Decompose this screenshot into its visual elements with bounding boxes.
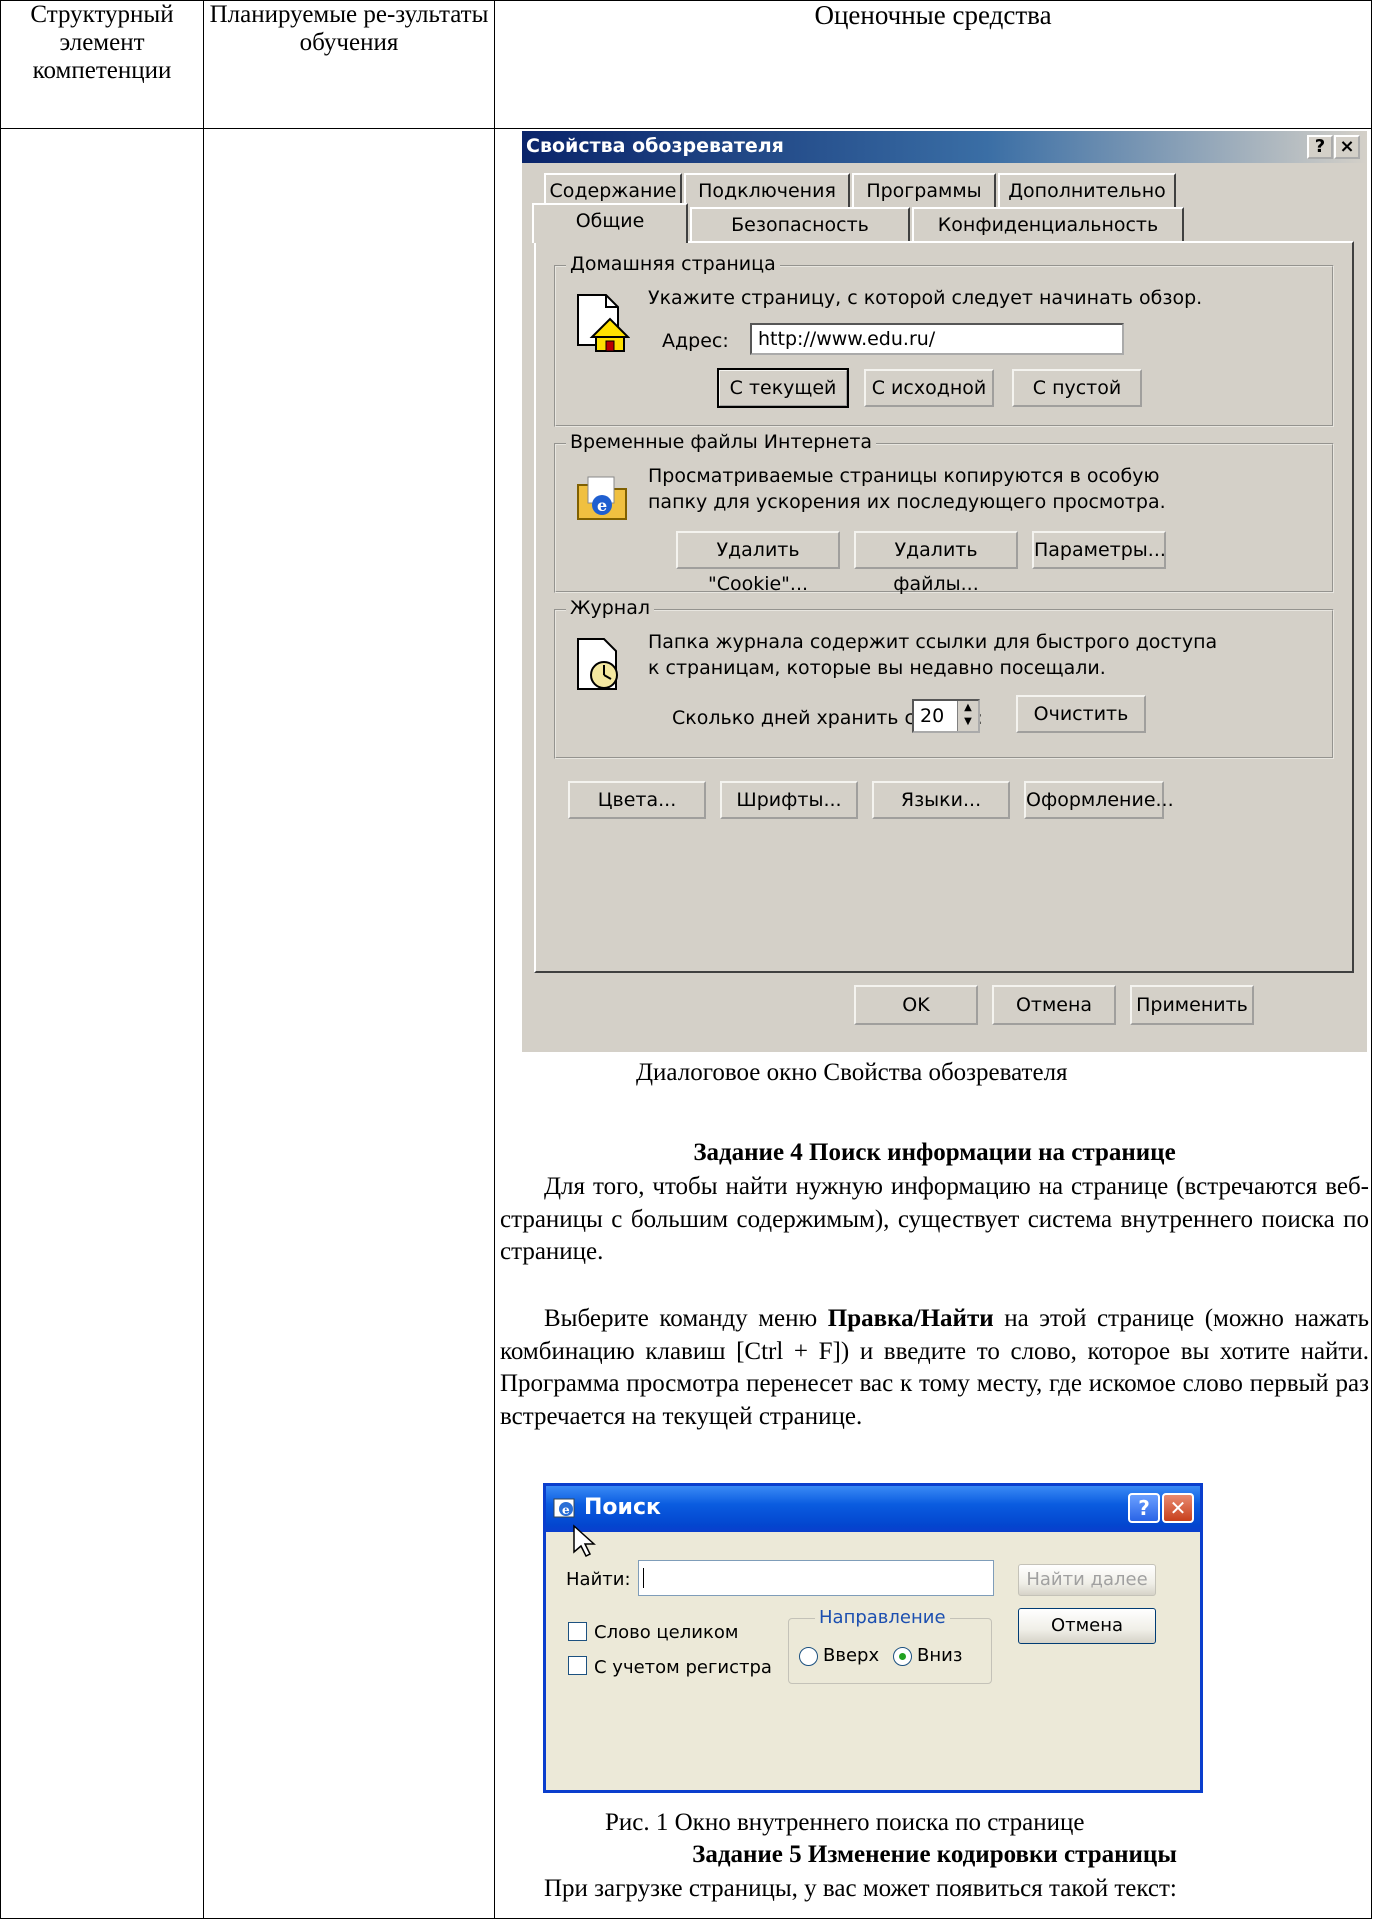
temp-files-text-2: папку для ускорения их последующего прос… xyxy=(648,491,1166,513)
find-input[interactable] xyxy=(638,1560,994,1596)
cell-planned-results xyxy=(203,128,495,1919)
whole-word-checkbox[interactable] xyxy=(568,1622,587,1641)
fonts-button[interactable]: Шрифты... xyxy=(720,781,858,819)
tab-privacy[interactable]: Конфиденциальность xyxy=(912,207,1184,241)
history-group: Журнал Папка журнала содержит ссылки для… xyxy=(554,597,1334,759)
use-current-button[interactable]: С текущей xyxy=(717,368,849,408)
direction-down-radio[interactable] xyxy=(893,1647,912,1666)
task4-paragraph-2-start: Выберите команду меню xyxy=(544,1305,828,1332)
delete-files-button[interactable]: Удалить файлы... xyxy=(854,531,1018,595)
direction-down-label: Вниз xyxy=(917,1645,963,1666)
tab-advanced[interactable]: Дополнительно xyxy=(998,173,1176,207)
close-button[interactable]: × xyxy=(1334,135,1360,159)
home-page-group-label: Домашняя страница xyxy=(566,253,780,275)
colors-button[interactable]: Цвета... xyxy=(568,781,706,819)
history-group-label: Журнал xyxy=(566,597,654,619)
languages-button[interactable]: Языки... xyxy=(872,781,1010,819)
home-page-group: Домашняя страница Укажите страницу, с ко… xyxy=(554,253,1334,427)
find-dialog-title: Поиск xyxy=(584,1495,661,1520)
header-structural-element: Структурный элемент компетенции xyxy=(0,0,204,129)
task4-heading: Задание 4 Поиск информации на странице xyxy=(693,1139,1176,1166)
direction-group-label: Направление xyxy=(815,1607,950,1628)
direction-up-label: Вверх xyxy=(823,1645,880,1666)
delete-cookies-button[interactable]: Удалить "Cookie"... xyxy=(676,531,840,595)
ok-button[interactable]: OK xyxy=(854,985,978,1025)
task5-paragraph: При загрузке страницы, у вас может появи… xyxy=(500,1873,1369,1906)
help-button[interactable]: ? xyxy=(1307,135,1333,159)
settings-button[interactable]: Параметры... xyxy=(1032,531,1166,569)
temp-files-text-1: Просматриваемые страницы копируются в ос… xyxy=(648,465,1160,487)
find-dialog-app-icon: e xyxy=(553,1498,575,1518)
find-help-button[interactable]: ? xyxy=(1128,1493,1160,1523)
temp-files-group-label: Временные файлы Интернета xyxy=(566,431,877,453)
general-tab-panel: Домашняя страница Укажите страницу, с ко… xyxy=(534,241,1354,973)
task4-paragraph-2-text: Выберите команду меню Правка/Найти на эт… xyxy=(500,1303,1369,1433)
radio-selected-dot xyxy=(899,1653,906,1660)
task5-heading: Задание 5 Изменение кодировки страницы xyxy=(692,1841,1177,1868)
find-close-button[interactable]: ✕ xyxy=(1162,1493,1194,1523)
find-dialog-titlebar: e Поиск ? ✕ xyxy=(546,1486,1200,1532)
dialog-titlebar: Свойства обозревателя ? × xyxy=(522,131,1367,163)
ie-folder-icon: e xyxy=(577,476,627,520)
task5-paragraph-text: При загрузке страницы, у вас может появи… xyxy=(544,1875,1177,1902)
task4-paragraph-2: Выберите команду меню Правка/Найти на эт… xyxy=(500,1303,1369,1433)
whole-word-label: Слово целиком xyxy=(594,1622,739,1643)
dialog-title: Свойства обозревателя xyxy=(526,135,784,157)
history-text-2: к страницам, которые вы недавно посещали… xyxy=(648,657,1106,679)
home-page-hint: Укажите страницу, с которой следует начи… xyxy=(648,287,1203,309)
use-default-button[interactable]: С исходной xyxy=(864,369,994,407)
cell-structural-element xyxy=(0,128,204,1919)
accessibility-button[interactable]: Оформление... xyxy=(1024,781,1174,819)
direction-up-radio[interactable] xyxy=(799,1647,818,1666)
match-case-label: С учетом регистра xyxy=(594,1657,772,1678)
tab-content[interactable]: Содержание xyxy=(544,173,682,207)
internet-options-dialog: Свойства обозревателя ? × Содержание Под… xyxy=(522,131,1367,1052)
task4-paragraph-1-text: Для того, чтобы найти нужную информацию … xyxy=(500,1173,1369,1265)
apply-button[interactable]: Применить xyxy=(1130,985,1254,1025)
history-text-1: Папка журнала содержит ссылки для быстро… xyxy=(648,631,1218,653)
cancel-button[interactable]: Отмена xyxy=(992,985,1116,1025)
text-caret xyxy=(643,1568,644,1588)
direction-group: Направление Вверх Вниз xyxy=(788,1607,992,1684)
table-body-row: Свойства обозревателя ? × Содержание Под… xyxy=(0,128,1372,1919)
history-days-value: 20 xyxy=(920,705,945,727)
use-blank-button[interactable]: С пустой xyxy=(1012,369,1142,407)
header-assessment-tools: Оценочные средства xyxy=(494,0,1372,129)
tab-connections[interactable]: Подключения xyxy=(684,173,850,207)
svg-text:e: e xyxy=(597,496,607,515)
spinner-arrows-icon[interactable]: ▲ ▼ xyxy=(957,701,978,731)
match-case-checkbox[interactable] xyxy=(568,1656,587,1675)
temp-files-group: Временные файлы Интернета e Просматривае… xyxy=(554,431,1334,595)
figure-caption-2: Рис. 1 Окно внутреннего поиска по страни… xyxy=(605,1809,1085,1836)
history-days-spinner[interactable]: 20 ▲ ▼ xyxy=(912,699,980,733)
address-input[interactable]: http://www.edu.ru/ xyxy=(750,323,1124,355)
tab-general[interactable]: Общие xyxy=(532,203,688,243)
cell-assessment-tools: Свойства обозревателя ? × Содержание Под… xyxy=(494,128,1372,1919)
table-header-row: Структурный элемент компетенции Планируе… xyxy=(0,0,1372,129)
find-label: Найти: xyxy=(566,1569,631,1590)
figure-caption-1: Диалоговое окно Свойства обозревателя xyxy=(636,1059,1068,1086)
tab-security[interactable]: Безопасность xyxy=(690,207,910,241)
header-planned-results: Планируемые ре-зультаты обучения xyxy=(203,0,495,129)
tab-programs[interactable]: Программы xyxy=(852,173,996,207)
address-label: Адрес: xyxy=(662,330,729,352)
svg-text:e: e xyxy=(562,1503,570,1517)
find-next-button[interactable]: Найти далее xyxy=(1018,1564,1156,1596)
competence-table: Структурный элемент компетенции Планируе… xyxy=(0,0,1372,1919)
menu-command-text: Правка/Найти xyxy=(827,1305,994,1332)
find-dialog: e Поиск ? ✕ Найти: Найти далее Отмена Сл… xyxy=(543,1483,1203,1793)
mouse-cursor-icon xyxy=(573,1524,596,1558)
task4-paragraph-1: Для того, чтобы найти нужную информацию … xyxy=(500,1171,1369,1269)
home-page-icon xyxy=(577,294,630,352)
find-cancel-button[interactable]: Отмена xyxy=(1018,1608,1156,1644)
history-icon xyxy=(577,638,618,690)
clear-history-button[interactable]: Очистить xyxy=(1016,695,1146,733)
